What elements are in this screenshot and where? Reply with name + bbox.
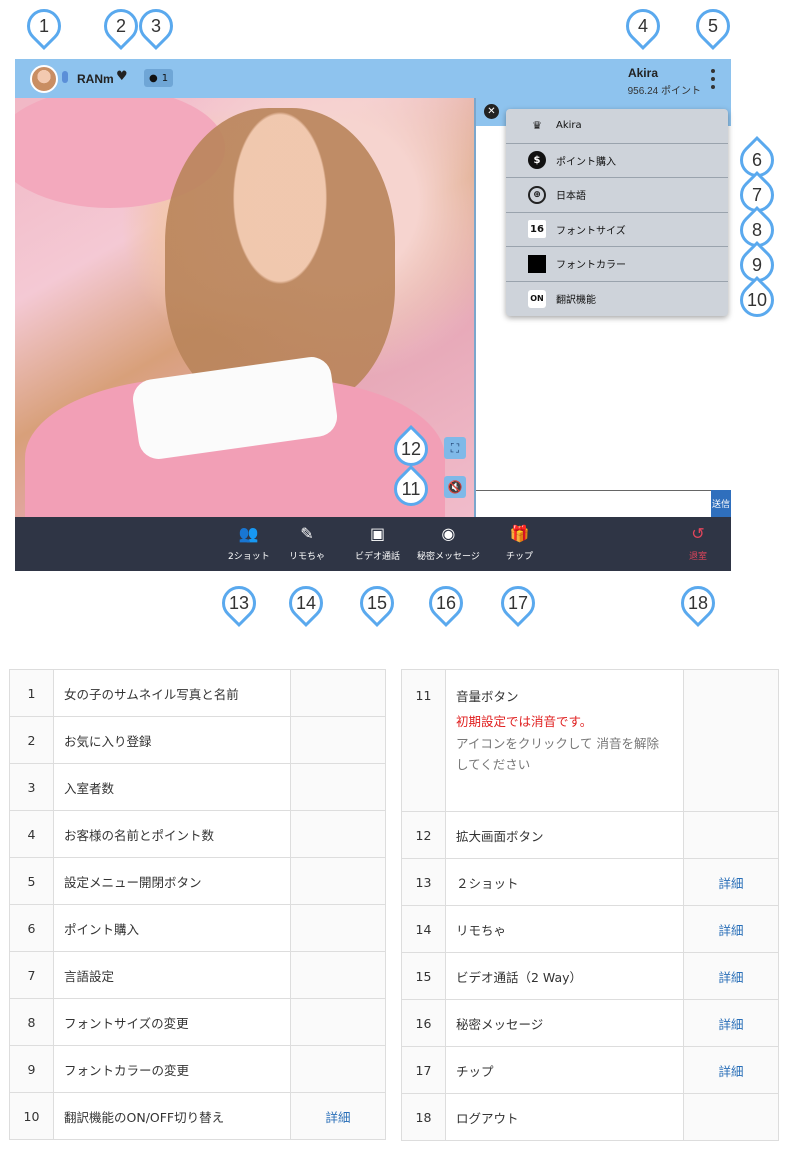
host-avatar[interactable] xyxy=(30,65,58,93)
viewer-count-badge: ● 1 xyxy=(144,69,174,87)
logout-label: 退室 xyxy=(689,552,708,562)
detail-link[interactable]: 詳細 xyxy=(683,952,779,1000)
callout-pin-1: 1 xyxy=(19,1,69,51)
callout-pin-10: 10 xyxy=(732,275,782,325)
menu-item-font-size[interactable]: 16 フォントサイズ xyxy=(506,213,728,247)
detail-link[interactable]: 詳細 xyxy=(683,999,779,1047)
menu-item-label: フォントカラー xyxy=(556,260,626,272)
user-points: 956.24 ポイント xyxy=(627,86,701,97)
chat-input[interactable] xyxy=(476,490,711,517)
chat-bubble-icon: ● xyxy=(149,72,158,84)
video-camera-icon: ▣ xyxy=(369,524,386,543)
host-name: RANm xyxy=(77,72,114,86)
globe-icon: ⊕ xyxy=(528,185,546,204)
menu-item-label: 翻訳機能 xyxy=(556,295,596,307)
bottom-bar: 👥 2ショット ✎ リモちゃ ▣ ビデオ通話 ◉ 秘密メッセージ 🎁 チップ ↺… xyxy=(15,517,731,571)
menu-item-language[interactable]: ⊕ 日本語 xyxy=(506,178,728,213)
detail-link[interactable]: 詳細 xyxy=(683,905,779,953)
mute-instruction: アイコンをクリックして 消音を解除してください xyxy=(456,735,659,772)
remote-toy-button[interactable]: ✎ リモちゃ xyxy=(289,524,326,563)
logout-button[interactable]: ↺ 退室 xyxy=(689,524,708,563)
menu-item-label: ポイント購入 xyxy=(556,156,616,168)
detail-link[interactable]: 詳細 xyxy=(683,858,779,906)
video-call-label: ビデオ通話 xyxy=(355,552,401,562)
settings-menu-button[interactable] xyxy=(711,69,715,89)
menu-item-translation[interactable]: ON 翻訳機能 xyxy=(506,282,728,317)
callout-pin-4: 4 xyxy=(618,1,668,51)
viewer-count: 1 xyxy=(161,72,169,84)
menu-item-account[interactable]: ♛ Akira xyxy=(506,109,728,144)
send-button[interactable]: 送信 xyxy=(711,490,731,517)
on-toggle-icon: ON xyxy=(528,289,546,308)
dollar-icon: $ xyxy=(528,151,546,170)
two-shot-label: 2ショット xyxy=(228,552,270,562)
secret-message-label: 秘密メッセージ xyxy=(417,552,480,562)
close-icon[interactable]: ✕ xyxy=(484,104,499,119)
detail-link[interactable]: 詳細 xyxy=(290,1092,386,1140)
fullscreen-icon[interactable]: ⛶ xyxy=(444,437,466,459)
callout-pin-18: 18 xyxy=(673,578,723,628)
two-shot-button[interactable]: 👥 2ショット xyxy=(228,524,270,563)
secret-message-icon: ◉ xyxy=(441,524,456,543)
tip-button[interactable]: 🎁 チップ xyxy=(506,524,534,563)
callout-pin-5: 5 xyxy=(688,1,738,51)
menu-item-font-color[interactable]: フォントカラー xyxy=(506,247,728,282)
video-call-button[interactable]: ▣ ビデオ通話 xyxy=(355,524,401,563)
remote-toy-icon: ✎ xyxy=(300,524,314,543)
callout-pin-3: 3 xyxy=(131,1,181,51)
gift-icon: 🎁 xyxy=(509,524,530,543)
font-size-icon: 16 xyxy=(528,220,546,239)
callout-pin-14: 14 xyxy=(281,578,331,628)
logout-icon: ↺ xyxy=(691,524,705,543)
heart-icon[interactable]: ♥ xyxy=(116,69,128,84)
menu-item-label: Akira xyxy=(556,120,582,132)
crown-icon: ♛ xyxy=(532,119,542,133)
menu-item-label: フォントサイズ xyxy=(556,225,626,237)
microphone-icon xyxy=(62,71,68,83)
tip-label: チップ xyxy=(506,552,534,562)
mute-note: 初期設定では消音です。 xyxy=(456,714,593,730)
color-swatch-icon xyxy=(528,254,546,273)
menu-item-label: 日本語 xyxy=(556,191,586,203)
callout-pin-17: 17 xyxy=(493,578,543,628)
detail-link[interactable]: 詳細 xyxy=(683,1046,779,1094)
secret-message-button[interactable]: ◉ 秘密メッセージ xyxy=(417,524,480,563)
callout-pin-15: 15 xyxy=(352,578,402,628)
speaker-muted-icon[interactable]: 🔇 xyxy=(444,476,466,498)
remote-toy-label: リモちゃ xyxy=(289,552,326,562)
menu-item-buy-points[interactable]: $ ポイント購入 xyxy=(506,144,728,178)
user-name: Akira xyxy=(627,66,658,80)
callout-pin-13: 13 xyxy=(214,578,264,628)
settings-menu: ♛ Akira $ ポイント購入 ⊕ 日本語 16 フォントサイズ フォントカラ… xyxy=(506,109,728,316)
callout-pin-16: 16 xyxy=(421,578,471,628)
legend-table-right: 11 音量ボタン 初期設定では消音です。 アイコンをクリックして 消音を解除して… xyxy=(401,669,779,1141)
legend-table-left: 1 女の子のサムネイル写真と名前 2 お気に入り登録 3 入室者数 4 お客様の名前とポ… xyxy=(9,669,386,1140)
top-bar: RANm ♥ ● 1 Akira 956.24 ポイント xyxy=(15,59,731,98)
two-people-icon: 👥 xyxy=(238,524,259,543)
